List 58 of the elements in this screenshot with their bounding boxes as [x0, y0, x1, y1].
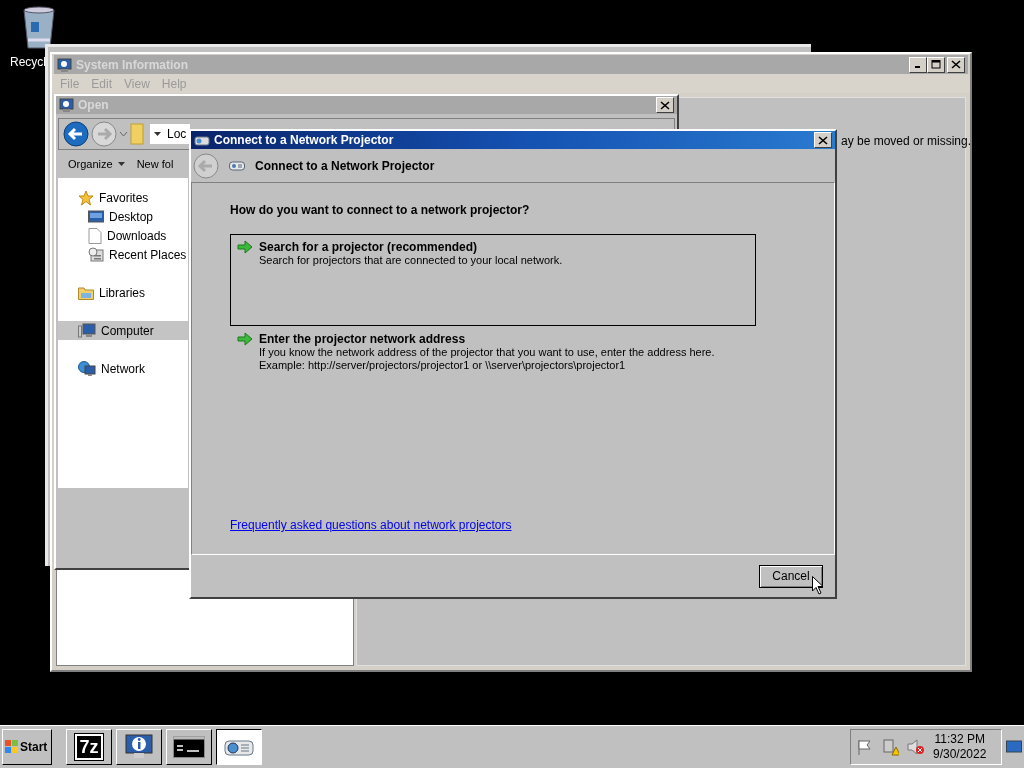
flag-icon[interactable]	[857, 739, 873, 755]
close-button[interactable]	[947, 56, 965, 73]
arrow-icon	[237, 332, 253, 346]
network-globe-icon	[78, 360, 96, 377]
clock[interactable]: 11:32 PM 9/30/2022	[933, 732, 987, 762]
monitor-icon	[88, 209, 104, 224]
nav-item[interactable]: Recent Places	[58, 245, 188, 264]
breadcrumb-text: Loc	[167, 126, 187, 143]
show-desktop-icon[interactable]	[1006, 740, 1022, 754]
document-icon	[88, 227, 102, 244]
taskbar-button[interactable]	[216, 729, 262, 765]
toolbar-button[interactable]: New fol	[136, 155, 174, 173]
close-icon	[660, 100, 670, 110]
projector-icon	[229, 160, 245, 171]
minimize-button[interactable]	[909, 56, 927, 73]
dropdown-caret-icon[interactable]	[119, 131, 128, 137]
organize-button[interactable]: Organize	[68, 155, 125, 173]
library-folder-icon	[78, 285, 94, 300]
recycle-bin-label: Recycl	[10, 54, 46, 71]
address-bar[interactable]: Loc	[150, 124, 191, 144]
info-monitor-icon	[124, 733, 154, 761]
star-icon	[78, 189, 94, 206]
mouse-cursor-icon	[812, 576, 824, 595]
option-button[interactable]: Search for a projector (recommended) Search for projectors that are connected to your local network.	[230, 234, 756, 326]
maximize-icon	[931, 60, 941, 69]
close-button[interactable]	[656, 97, 674, 113]
computer-icon	[78, 322, 96, 339]
maximize-button[interactable]	[927, 56, 945, 73]
window-title: Connect to a Network Projector	[214, 132, 395, 149]
projector-icon	[224, 737, 254, 757]
speaker-muted-icon[interactable]	[907, 739, 925, 755]
nav-item[interactable]: Libraries	[58, 283, 188, 302]
seven-zip-icon: 7z	[75, 734, 103, 760]
caret-icon	[117, 162, 125, 166]
projector-icon	[194, 134, 210, 146]
windows-logo-icon	[5, 740, 19, 754]
breadcrumb-caret-icon	[154, 132, 161, 136]
console-icon	[173, 736, 205, 758]
recent-places-icon	[88, 246, 104, 263]
nav-item[interactable]: Desktop	[58, 207, 188, 226]
close-icon	[818, 135, 828, 145]
dialog-header: Connect to a Network Projector	[255, 157, 435, 175]
question-text: How do you want to connect to a network projector?	[230, 202, 531, 219]
nav-item[interactable]: Computer	[58, 321, 188, 340]
system-information-icon	[59, 97, 75, 113]
option-button[interactable]: Enter the projector network address If you know the network address of the projector that you want to use, enter the address here. Example: http://server/projectors/projector1 or \\server\projectors\projector1	[230, 326, 756, 386]
faq-link[interactable]: Frequently asked questions about network projectors	[230, 516, 512, 534]
system-information-icon	[57, 56, 73, 73]
close-icon	[951, 60, 961, 69]
taskbar-button[interactable]: 7z	[66, 729, 112, 765]
close-button[interactable]	[814, 132, 832, 148]
nav-item[interactable]: Downloads	[58, 226, 188, 245]
nav-item[interactable]: Favorites	[58, 188, 188, 207]
folder-icon	[130, 123, 144, 145]
start-button[interactable]: Start	[2, 729, 52, 765]
message-text: ay be moved or missing.	[841, 133, 972, 150]
nav-item[interactable]: Network	[58, 359, 188, 378]
arrow-icon	[237, 240, 253, 254]
